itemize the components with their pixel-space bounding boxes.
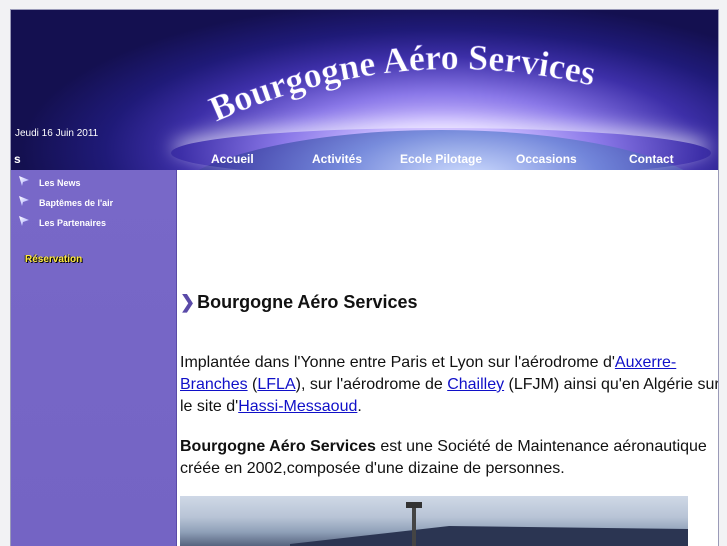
light-tower	[412, 504, 416, 546]
intro-paragraph: Implantée dans l'Yonne entre Paris et Ly…	[180, 354, 719, 415]
nav-accueil[interactable]: Accueil	[211, 152, 254, 166]
site-banner: Bourgogne Aéro Services Jeudi 16 Juin 20…	[11, 10, 718, 170]
bullet-arrow-icon	[19, 216, 29, 226]
svg-text:Bourgogne Aéro Services: Bourgogne Aéro Services	[203, 37, 599, 129]
site-title-logo[interactable]: Bourgogne Aéro Services	[11, 10, 718, 170]
page-frame: Bourgogne Aéro Services Jeudi 16 Juin 20…	[10, 9, 719, 546]
bullet-arrow-icon	[19, 196, 29, 206]
sidebar-item-label: Les Partenaires	[39, 218, 107, 228]
main-content: ❯ Bourgogne Aéro Services Implantée dans …	[178, 170, 718, 546]
nav-item-truncated[interactable]: s	[14, 152, 21, 166]
nav-occasions[interactable]: Occasions	[516, 152, 577, 166]
nav-contact[interactable]: Contact	[629, 152, 674, 166]
link-hassi-messaoud[interactable]: Hassi-Messaoud	[238, 398, 357, 415]
light-tower-top	[406, 502, 422, 508]
company-name-bold: Bourgogne Aéro Services	[180, 438, 376, 455]
sidebar-item-baptemes[interactable]: Baptêmes de l'air	[19, 196, 113, 210]
sidebar-item-label: Baptêmes de l'air	[39, 198, 114, 208]
heading-text: Bourgogne Aéro Services	[197, 292, 418, 312]
sidebar-item-label: Les News	[39, 178, 81, 188]
main-nav: s Accueil Activités Ecole Pilotage Occas…	[11, 152, 718, 170]
company-paragraph: Bourgogne Aéro Services est une Société …	[180, 438, 707, 477]
nav-activites[interactable]: Activités	[312, 152, 362, 166]
nav-ecole-pilotage[interactable]: Ecole Pilotage	[400, 152, 482, 166]
chevron-right-icon: ❯	[180, 292, 196, 312]
current-date: Jeudi 16 Juin 2011	[15, 128, 99, 139]
page-heading: ❯ Bourgogne Aéro Services	[180, 292, 418, 313]
sidebar-item-partenaires[interactable]: Les Partenaires	[19, 216, 106, 230]
bullet-arrow-icon	[19, 176, 29, 186]
sidebar: Les News Baptêmes de l'air Les Partenair…	[11, 170, 177, 546]
sidebar-item-news[interactable]: Les News	[19, 176, 81, 190]
hangar-shape	[290, 526, 688, 546]
hangar-photo	[180, 496, 688, 546]
reservation-link[interactable]: Réservation	[25, 254, 82, 265]
link-chailley[interactable]: Chailley	[447, 376, 504, 393]
link-lfla[interactable]: LFLA	[257, 376, 295, 393]
